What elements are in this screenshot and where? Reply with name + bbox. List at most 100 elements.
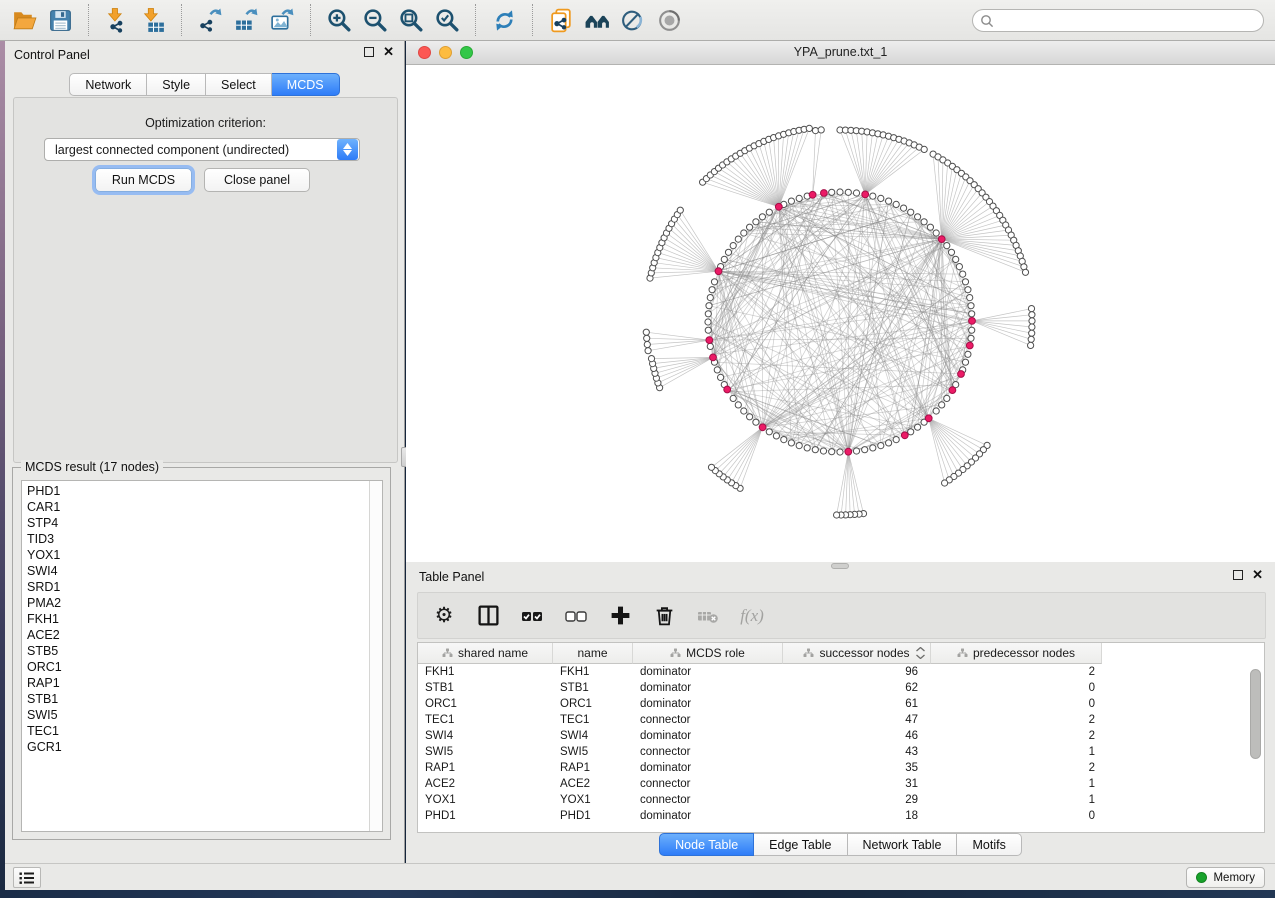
- cell-predecessor-nodes: 0: [931, 680, 1102, 696]
- open-file-icon[interactable]: [6, 2, 42, 38]
- cell-predecessor-nodes: 0: [931, 696, 1102, 712]
- show-graphics-details-icon[interactable]: [651, 2, 687, 38]
- column-layout-icon[interactable]: [476, 601, 500, 631]
- run-mcds-button[interactable]: Run MCDS: [95, 168, 192, 192]
- zoom-out-icon[interactable]: [357, 2, 393, 38]
- list-scrollbar[interactable]: [369, 481, 382, 831]
- desktop-bottom: [0, 890, 1275, 898]
- mcds-result-item[interactable]: RAP1: [22, 675, 368, 691]
- column-header-MCDS-role[interactable]: MCDS role: [633, 643, 783, 664]
- column-header-predecessor-nodes[interactable]: predecessor nodes: [931, 643, 1102, 664]
- mcds-options-box: Optimization criterion: largest connecte…: [13, 97, 398, 463]
- close-table-panel-icon[interactable]: ✕: [1252, 570, 1263, 580]
- close-panel-icon[interactable]: ✕: [383, 47, 394, 57]
- mcds-result-item[interactable]: SRD1: [22, 579, 368, 595]
- task-history-button[interactable]: [13, 867, 41, 888]
- export-image-icon[interactable]: [264, 2, 300, 38]
- mcds-result-group: MCDS result (17 nodes) PHD1CAR1STP4TID3Y…: [12, 467, 391, 840]
- mcds-result-item[interactable]: ACE2: [22, 627, 368, 643]
- import-table-icon[interactable]: [135, 2, 171, 38]
- column-header-name[interactable]: name: [553, 643, 633, 664]
- mcds-result-item[interactable]: SWI4: [22, 563, 368, 579]
- table-row[interactable]: RAP1RAP1dominator352: [418, 760, 1248, 776]
- function-builder-icon[interactable]: f(x): [740, 601, 764, 631]
- table-panel-collapse-handle[interactable]: [831, 563, 849, 569]
- mcds-result-item[interactable]: CAR1: [22, 499, 368, 515]
- cell-shared-name: STB1: [418, 680, 553, 696]
- tab-network-table[interactable]: Network Table: [848, 833, 958, 856]
- table-row[interactable]: YOX1YOX1connector291: [418, 792, 1248, 808]
- network-window-titlebar[interactable]: YPA_prune.txt_1: [406, 41, 1275, 65]
- tab-mcds[interactable]: MCDS: [272, 73, 340, 96]
- deselect-all-icon[interactable]: [564, 601, 588, 631]
- select-all-check-icon[interactable]: [520, 601, 544, 631]
- search-field[interactable]: [972, 9, 1264, 32]
- table-row[interactable]: SWI5SWI5connector431: [418, 744, 1248, 760]
- mcds-result-item[interactable]: PMA2: [22, 595, 368, 611]
- criterion-select[interactable]: largest connected component (undirected): [44, 138, 360, 161]
- column-header-shared-name[interactable]: shared name: [418, 643, 553, 664]
- mcds-result-item[interactable]: TID3: [22, 531, 368, 547]
- cell-successor-nodes: 29: [783, 792, 931, 808]
- refresh-icon[interactable]: [486, 2, 522, 38]
- save-session-icon[interactable]: [42, 2, 78, 38]
- table-row[interactable]: TEC1TEC1connector472: [418, 712, 1248, 728]
- table-scrollbar-thumb[interactable]: [1250, 669, 1261, 759]
- toolbar-separator: [88, 4, 89, 36]
- mcds-result-item[interactable]: TEC1: [22, 723, 368, 739]
- mcds-result-item[interactable]: STB1: [22, 691, 368, 707]
- mcds-result-item[interactable]: STB5: [22, 643, 368, 659]
- export-network-icon[interactable]: [192, 2, 228, 38]
- table-row[interactable]: STB1STB1dominator620: [418, 680, 1248, 696]
- cell-name: TEC1: [553, 712, 633, 728]
- tab-motifs[interactable]: Motifs: [957, 833, 1021, 856]
- mcds-result-item[interactable]: SWI5: [22, 707, 368, 723]
- delete-table-icon[interactable]: [696, 601, 720, 631]
- import-network-icon[interactable]: [99, 2, 135, 38]
- export-table-icon[interactable]: [228, 2, 264, 38]
- mcds-result-item[interactable]: GCR1: [22, 739, 368, 755]
- mcds-result-item[interactable]: YOX1: [22, 547, 368, 563]
- hide-graphics-details-icon[interactable]: [615, 2, 651, 38]
- toolbar-separator: [532, 4, 533, 36]
- control-panel-title: Control Panel: [14, 48, 90, 62]
- tab-node-table[interactable]: Node Table: [659, 833, 754, 856]
- zoom-in-icon[interactable]: [321, 2, 357, 38]
- cell-name: ORC1: [553, 696, 633, 712]
- table-row[interactable]: ORC1ORC1dominator610: [418, 696, 1248, 712]
- close-panel-button[interactable]: Close panel: [204, 168, 310, 192]
- add-column-icon[interactable]: [608, 601, 632, 631]
- tab-style[interactable]: Style: [147, 73, 206, 96]
- float-table-panel-icon[interactable]: [1233, 570, 1243, 580]
- mcds-result-item[interactable]: ORC1: [22, 659, 368, 675]
- zoom-selected-icon[interactable]: [429, 2, 465, 38]
- settings-gear-icon[interactable]: ⚙: [432, 601, 456, 631]
- node-table: shared namenameMCDS rolesuccessor nodesp…: [417, 642, 1265, 833]
- table-row[interactable]: SWI4SWI4dominator462: [418, 728, 1248, 744]
- delete-column-icon[interactable]: [652, 601, 676, 631]
- network-canvas[interactable]: [406, 65, 1275, 562]
- tab-select[interactable]: Select: [206, 73, 272, 96]
- mcds-result-list[interactable]: PHD1CAR1STP4TID3YOX1SWI4SRD1PMA2FKH1ACE2…: [21, 480, 383, 832]
- network-view-window: YPA_prune.txt_1: [406, 41, 1275, 562]
- cell-MCDS-role: dominator: [633, 808, 783, 824]
- search-input[interactable]: [994, 12, 1263, 30]
- criterion-select-value: largest connected component (undirected): [45, 143, 337, 157]
- mcds-result-item[interactable]: PHD1: [22, 483, 368, 499]
- memory-button[interactable]: Memory: [1186, 867, 1265, 888]
- mcds-result-item[interactable]: STP4: [22, 515, 368, 531]
- float-panel-icon[interactable]: [364, 47, 374, 57]
- cell-successor-nodes: 31: [783, 776, 931, 792]
- network-graph[interactable]: [406, 65, 1275, 562]
- tab-network[interactable]: Network: [69, 73, 147, 96]
- export-document-network-icon[interactable]: [543, 2, 579, 38]
- mcds-result-item[interactable]: FKH1: [22, 611, 368, 627]
- zoom-fit-icon[interactable]: [393, 2, 429, 38]
- cell-shared-name: RAP1: [418, 760, 553, 776]
- column-header-successor-nodes[interactable]: successor nodes: [783, 643, 931, 664]
- table-row[interactable]: PHD1PHD1dominator180: [418, 808, 1248, 824]
- network-search-icon[interactable]: [579, 2, 615, 38]
- table-row[interactable]: ACE2ACE2connector311: [418, 776, 1248, 792]
- tab-edge-table[interactable]: Edge Table: [754, 833, 847, 856]
- table-row[interactable]: FKH1FKH1dominator962: [418, 664, 1248, 680]
